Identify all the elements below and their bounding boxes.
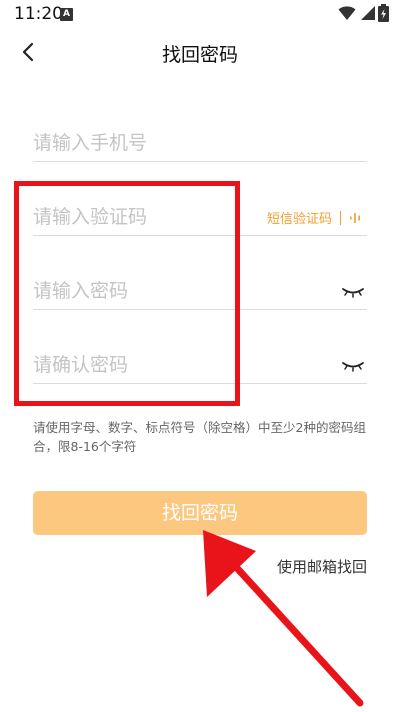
sms-code-button[interactable]: 短信验证码 — [267, 208, 332, 227]
battery-icon — [378, 4, 389, 22]
status-time: 11:20 — [14, 4, 63, 24]
app-header: 找回密码 — [0, 30, 400, 76]
password-hint: 请使用字母、数字、标点符号（除空格）中至少2种的密码组合，限8-16个字符 — [33, 420, 366, 454]
confirm-password-input[interactable] — [33, 348, 253, 382]
email-recovery-link[interactable]: 使用邮箱找回 — [277, 556, 367, 577]
password-input[interactable] — [33, 274, 253, 308]
notification-icon: A — [60, 8, 73, 21]
wifi-icon — [338, 6, 356, 20]
confirm-password-field — [33, 340, 367, 384]
page-title: 找回密码 — [161, 44, 238, 66]
status-bar: 11:20 A — [0, 0, 400, 30]
phone-input[interactable] — [33, 126, 253, 160]
password-field — [33, 266, 367, 310]
phone-field — [33, 118, 367, 162]
code-field: 短信验证码 — [33, 192, 367, 236]
eye-closed-icon[interactable] — [341, 360, 365, 372]
eye-closed-icon[interactable] — [341, 286, 365, 298]
signal-icon — [361, 6, 375, 20]
voice-wave-icon[interactable] — [349, 212, 361, 224]
code-input[interactable] — [33, 200, 253, 234]
submit-button[interactable]: 找回密码 — [33, 491, 367, 535]
sms-divider — [340, 210, 341, 225]
sms-group: 短信验证码 — [267, 208, 361, 227]
